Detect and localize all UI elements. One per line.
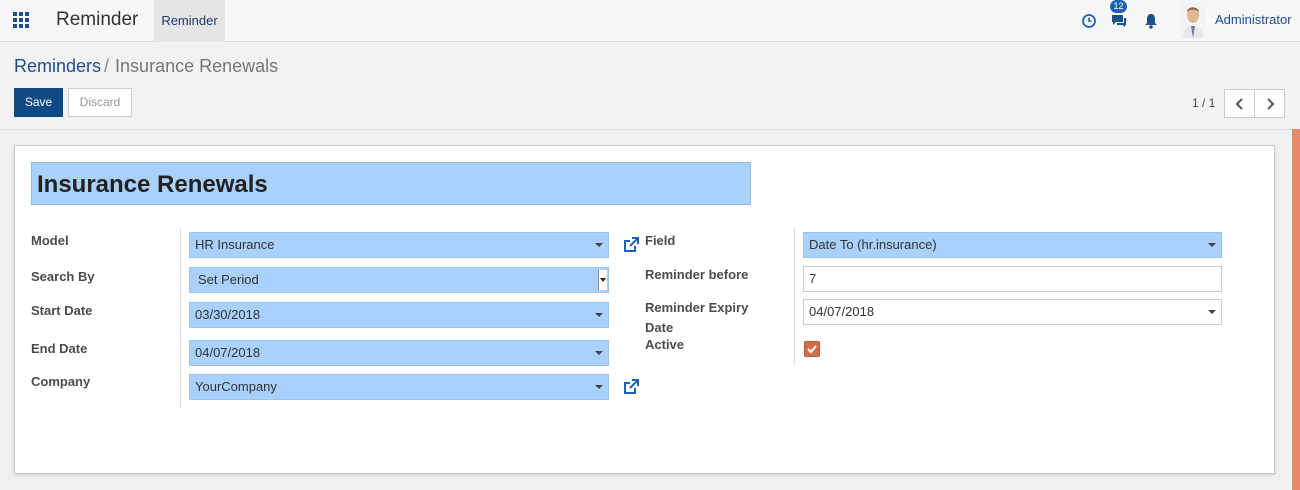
label-field: Field: [645, 233, 676, 248]
discard-button[interactable]: Discard: [68, 88, 132, 117]
external-link-icon[interactable]: [622, 236, 640, 254]
checkmark-icon: [807, 345, 817, 354]
label-reminder-expiry-line1: Reminder Expiry: [645, 300, 749, 315]
label-start-date: Start Date: [31, 303, 93, 318]
label-company: Company: [31, 374, 91, 389]
user-name[interactable]: Administrator: [1215, 12, 1292, 27]
avatar[interactable]: [1180, 2, 1206, 38]
chevron-down-icon: [1208, 310, 1216, 314]
search-by-select[interactable]: Set Period: [189, 267, 609, 293]
label-reminder-expiry-date: Reminder Expiry Date: [645, 300, 748, 335]
label-search-by: Search By: [31, 269, 95, 284]
breadcrumb-reminders-link[interactable]: Reminders: [14, 56, 101, 76]
reminder-expiry-value: 04/07/2018: [809, 304, 875, 319]
company-select[interactable]: YourCompany: [189, 374, 609, 400]
chatter-edge: [1292, 129, 1300, 490]
top-navbar: Reminder Reminder 12 Administrator: [0, 0, 1300, 42]
reminder-name-input[interactable]: Insurance Renewals: [31, 162, 751, 205]
menu-item-reminder[interactable]: Reminder: [154, 0, 225, 42]
chevron-left-icon: [1235, 98, 1243, 110]
field-value: Date To (hr.insurance): [809, 237, 937, 252]
reminder-before-value: 7: [809, 271, 817, 286]
pager-value[interactable]: 1 / 1: [1192, 96, 1215, 110]
start-date-value: 03/30/2018: [195, 307, 261, 322]
field-select[interactable]: Date To (hr.insurance): [803, 232, 1222, 258]
end-date-value: 04/07/2018: [195, 345, 261, 360]
select-arrow-icon: [598, 270, 607, 290]
chevron-down-icon: [595, 313, 603, 317]
chevron-right-icon: [1267, 98, 1275, 110]
pager-next-button[interactable]: [1254, 89, 1285, 118]
left-group-divider: [180, 228, 181, 408]
pager-previous-button[interactable]: [1224, 89, 1255, 118]
right-group-divider: [794, 228, 795, 365]
breadcrumb: Reminders / Insurance Renewals: [14, 56, 278, 77]
label-end-date: End Date: [31, 341, 88, 356]
chevron-down-icon: [595, 243, 603, 247]
external-link-icon[interactable]: [622, 378, 640, 396]
label-reminder-expiry-line2: Date: [645, 320, 674, 335]
company-value: YourCompany: [195, 379, 277, 394]
bell-icon[interactable]: [1142, 12, 1160, 30]
save-button[interactable]: Save: [14, 88, 63, 117]
app-title: Reminder: [56, 9, 139, 30]
label-reminder-before: Reminder before: [645, 267, 749, 282]
active-checkbox[interactable]: [804, 341, 820, 357]
chat-icon[interactable]: [1110, 12, 1128, 30]
apps-grid-icon[interactable]: [13, 12, 29, 28]
search-by-value: Set Period: [198, 272, 259, 287]
breadcrumb-separator: /: [104, 56, 110, 76]
reminder-expiry-date-input[interactable]: 04/07/2018: [803, 299, 1222, 325]
chevron-down-icon: [595, 385, 603, 389]
label-active: Active: [645, 337, 685, 352]
clock-icon[interactable]: [1080, 12, 1098, 30]
end-date-input[interactable]: 04/07/2018: [189, 340, 609, 366]
label-model: Model: [31, 233, 69, 248]
breadcrumb-current: Insurance Renewals: [115, 56, 279, 76]
chevron-down-icon: [595, 351, 603, 355]
model-select[interactable]: HR Insurance: [189, 232, 609, 258]
message-count-badge: 12: [1110, 0, 1127, 13]
model-value: HR Insurance: [195, 237, 275, 252]
start-date-input[interactable]: 03/30/2018: [189, 302, 609, 328]
reminder-before-input[interactable]: 7: [803, 266, 1222, 292]
chevron-down-icon: [1208, 243, 1216, 247]
